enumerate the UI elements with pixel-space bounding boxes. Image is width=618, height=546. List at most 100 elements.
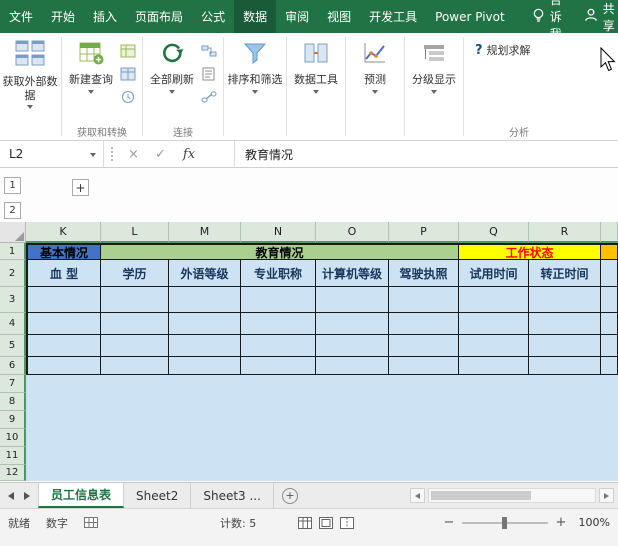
- empty-cell[interactable]: [529, 335, 601, 357]
- enter-icon[interactable]: ✓: [147, 141, 174, 167]
- empty-cell[interactable]: [316, 287, 389, 313]
- empty-cell[interactable]: [169, 357, 241, 375]
- empty-cell[interactable]: [169, 313, 241, 335]
- empty-cell[interactable]: [241, 357, 316, 375]
- edit-links-icon[interactable]: [198, 88, 220, 106]
- column-header-P[interactable]: P: [389, 222, 459, 243]
- row-header-4[interactable]: 4: [0, 313, 26, 335]
- empty-cell[interactable]: [316, 357, 389, 375]
- empty-cell[interactable]: [101, 287, 169, 313]
- empty-cell[interactable]: [459, 287, 529, 313]
- macro-record-icon[interactable]: [84, 517, 98, 528]
- sheet-nav-right-icon[interactable]: [24, 491, 30, 500]
- properties-icon[interactable]: [198, 65, 220, 83]
- row-header-10[interactable]: 10: [0, 429, 26, 447]
- cell-partial[interactable]: [601, 260, 618, 287]
- scroll-right-button[interactable]: [599, 488, 614, 503]
- empty-cell[interactable]: [459, 313, 529, 335]
- empty-cell[interactable]: [389, 287, 459, 313]
- outline-level-2-button[interactable]: 2: [4, 202, 21, 219]
- normal-view-icon[interactable]: [298, 516, 313, 529]
- cell-driving-license[interactable]: 驾驶执照: [389, 260, 459, 287]
- selected-empty-range[interactable]: [26, 447, 618, 465]
- column-header-R[interactable]: R: [529, 222, 601, 243]
- cell-basic-info[interactable]: 基本情况: [26, 243, 101, 260]
- empty-cell[interactable]: [601, 335, 618, 357]
- cell-language-level[interactable]: 外语等级: [169, 260, 241, 287]
- empty-cell[interactable]: [389, 313, 459, 335]
- tab-insert[interactable]: 插入: [84, 0, 126, 33]
- empty-cell[interactable]: [169, 287, 241, 313]
- scrollbar-track[interactable]: [428, 488, 596, 503]
- tab-home[interactable]: 开始: [42, 0, 84, 33]
- empty-cell[interactable]: [316, 313, 389, 335]
- tab-file[interactable]: 文件: [0, 0, 42, 33]
- cell-trial-period[interactable]: 试用时间: [459, 260, 529, 287]
- select-all-corner[interactable]: [0, 222, 26, 243]
- zoom-out-button[interactable]: −: [443, 515, 455, 530]
- empty-cell[interactable]: [316, 335, 389, 357]
- cell-work-status[interactable]: 工作状态: [459, 243, 601, 260]
- empty-cell[interactable]: [169, 335, 241, 357]
- row-header-6[interactable]: 6: [0, 357, 26, 375]
- tab-view[interactable]: 视图: [318, 0, 360, 33]
- new-sheet-button[interactable]: +: [274, 483, 306, 508]
- empty-cell[interactable]: [26, 287, 101, 313]
- tab-review[interactable]: 审阅: [276, 0, 318, 33]
- empty-cell[interactable]: [101, 335, 169, 357]
- share-button[interactable]: 共享: [572, 0, 618, 33]
- name-box[interactable]: L2: [0, 141, 104, 167]
- empty-cell[interactable]: [529, 357, 601, 375]
- cell-blood-type[interactable]: 血 型: [26, 260, 101, 287]
- empty-cell[interactable]: [26, 313, 101, 335]
- tab-power-pivot[interactable]: Power Pivot: [426, 0, 514, 33]
- row-header-12[interactable]: 12: [0, 465, 26, 481]
- zoom-slider[interactable]: [462, 516, 548, 529]
- zoom-slider-thumb[interactable]: [502, 516, 507, 529]
- zoom-in-button[interactable]: +: [555, 515, 567, 530]
- empty-cell[interactable]: [26, 357, 101, 375]
- scrollbar-thumb[interactable]: [431, 491, 531, 500]
- column-header-N[interactable]: N: [241, 222, 316, 243]
- selected-empty-range[interactable]: [26, 393, 618, 411]
- selected-empty-range[interactable]: [26, 465, 618, 481]
- empty-cell[interactable]: [389, 335, 459, 357]
- cell-professional-title[interactable]: 专业职称: [241, 260, 316, 287]
- empty-cell[interactable]: [241, 287, 316, 313]
- empty-cell[interactable]: [601, 287, 618, 313]
- sheet-nav-left-icon[interactable]: [8, 491, 14, 500]
- data-tools-button[interactable]: 数据工具: [290, 35, 342, 94]
- tab-developer[interactable]: 开发工具: [360, 0, 426, 33]
- row-header-3[interactable]: 3: [0, 287, 26, 313]
- empty-cell[interactable]: [459, 335, 529, 357]
- outline-button[interactable]: 分级显示: [408, 35, 460, 94]
- insert-function-icon[interactable]: fx: [174, 141, 204, 167]
- tab-page-layout[interactable]: 页面布局: [126, 0, 192, 33]
- row-header-9[interactable]: 9: [0, 411, 26, 429]
- outline-expand-button[interactable]: +: [72, 179, 89, 196]
- cancel-icon[interactable]: ×: [120, 141, 147, 167]
- tab-data[interactable]: 数据: [234, 0, 277, 33]
- cell-note-partial[interactable]: [601, 243, 618, 260]
- empty-cell[interactable]: [26, 335, 101, 357]
- row-header-2[interactable]: 2: [0, 260, 26, 287]
- formula-input[interactable]: 教育情况: [234, 141, 618, 167]
- zoom-percentage[interactable]: 100%: [574, 516, 610, 529]
- show-queries-icon[interactable]: [117, 42, 139, 60]
- column-header-partial[interactable]: [601, 222, 618, 243]
- column-header-Q[interactable]: Q: [459, 222, 529, 243]
- formula-bar-resizer[interactable]: [104, 141, 120, 167]
- from-table-icon[interactable]: [117, 65, 139, 83]
- new-query-button[interactable]: 新建查询: [65, 35, 117, 94]
- sheet-tab-employee-info[interactable]: 员工信息表: [38, 483, 125, 508]
- sheet-tab-sheet3[interactable]: Sheet3 ...: [191, 483, 274, 508]
- row-header-7[interactable]: 7: [0, 375, 26, 393]
- column-header-M[interactable]: M: [169, 222, 241, 243]
- empty-cell[interactable]: [459, 357, 529, 375]
- column-header-L[interactable]: L: [101, 222, 169, 243]
- selected-empty-range[interactable]: [26, 429, 618, 447]
- cell-degree[interactable]: 学历: [101, 260, 169, 287]
- outline-level-1-button[interactable]: 1: [4, 177, 21, 194]
- column-header-K[interactable]: K: [26, 222, 101, 243]
- row-header-11[interactable]: 11: [0, 447, 26, 465]
